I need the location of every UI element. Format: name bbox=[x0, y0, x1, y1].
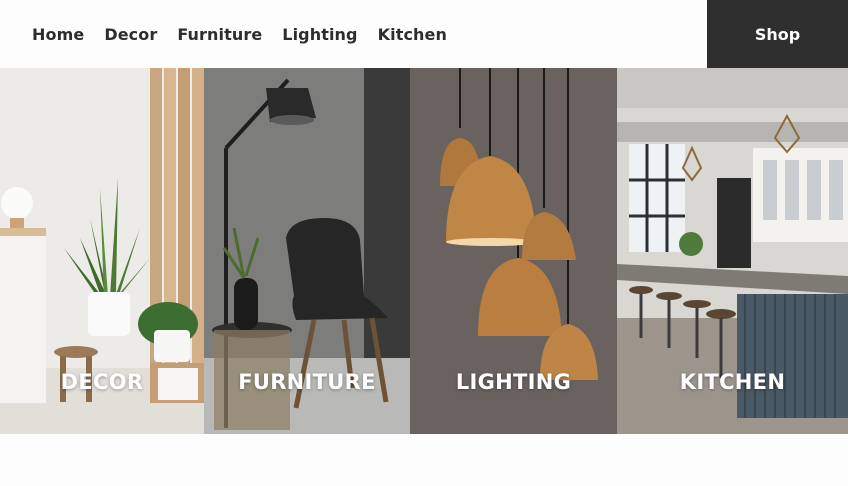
nav-kitchen-link[interactable]: Kitchen bbox=[378, 25, 447, 44]
site-header: Home Decor Furniture Lighting Kitchen Sh… bbox=[0, 0, 848, 68]
category-kitchen-panel[interactable]: KITCHEN bbox=[617, 68, 848, 434]
main-nav: Home Decor Furniture Lighting Kitchen bbox=[32, 0, 447, 68]
category-lighting-label: LIGHTING bbox=[455, 370, 572, 394]
nav-lighting-link[interactable]: Lighting bbox=[282, 25, 357, 44]
category-decor-label: DECOR bbox=[60, 370, 144, 394]
category-furniture-label: FURNITURE bbox=[238, 370, 376, 394]
category-panels: DECOR FURNITURE LIGHTING KITCHEN bbox=[0, 68, 848, 434]
category-furniture-panel[interactable]: FURNITURE bbox=[204, 68, 410, 434]
category-lighting-panel[interactable]: LIGHTING bbox=[410, 68, 617, 434]
nav-furniture-link[interactable]: Furniture bbox=[177, 25, 262, 44]
nav-home-link[interactable]: Home bbox=[32, 25, 84, 44]
category-decor-panel[interactable]: DECOR bbox=[0, 68, 204, 434]
category-kitchen-label: KITCHEN bbox=[679, 370, 786, 394]
nav-decor-link[interactable]: Decor bbox=[104, 25, 157, 44]
shop-button[interactable]: Shop bbox=[707, 0, 848, 68]
page-footer-space bbox=[0, 434, 848, 486]
